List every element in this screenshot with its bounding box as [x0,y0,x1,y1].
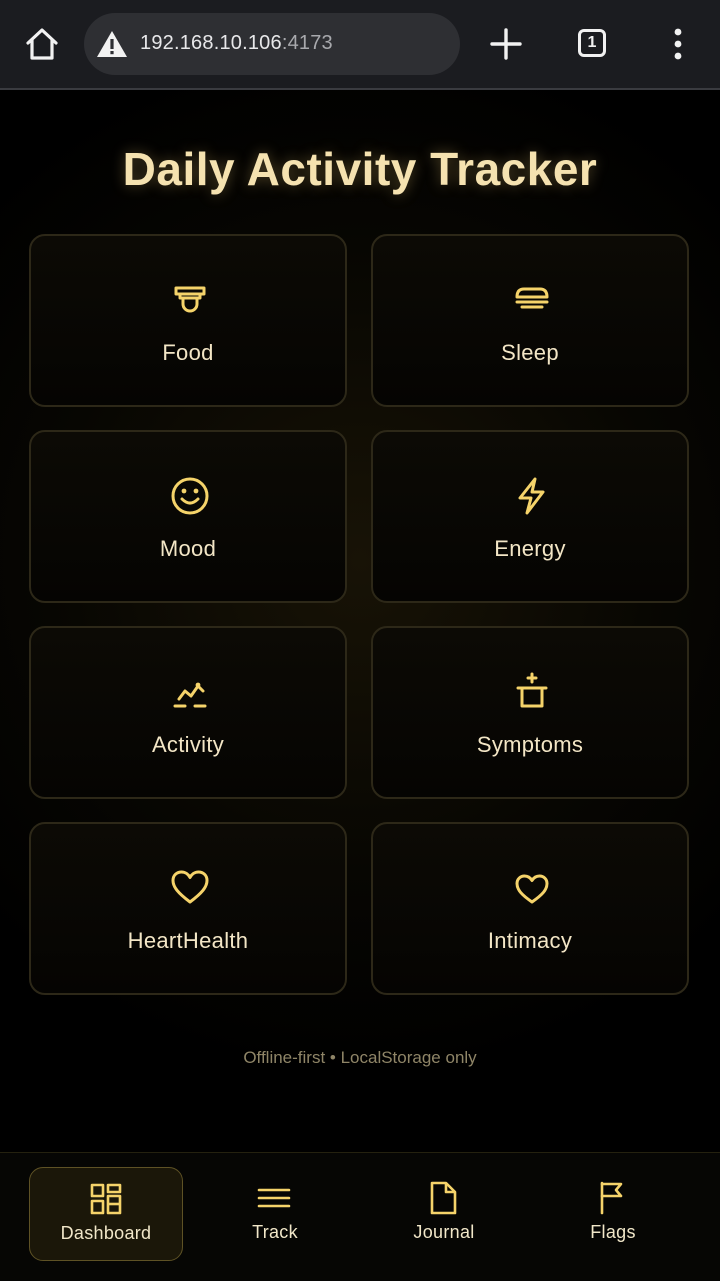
card-label: Intimacy [487,928,573,953]
warning-icon[interactable] [96,29,128,59]
url-host: 192.168.10.106 [140,32,282,54]
nav-label: Dashboard [60,1223,152,1243]
nav-flags[interactable]: Flags [536,1167,690,1261]
smile-icon [171,477,209,515]
nav-dashboard[interactable]: Dashboard [29,1167,183,1261]
card-energy[interactable]: Energy [371,430,689,603]
card-sleep[interactable]: Sleep [371,234,689,407]
tabs-button[interactable]: 1 [578,29,606,57]
card-intimacy[interactable]: Intimacy [371,822,689,995]
card-label: HeartHealth [127,928,249,953]
card-label: Sleep [501,340,559,365]
card-label: Energy [494,536,566,561]
address-bar[interactable]: 192.168.10.106:4173 [84,13,460,75]
nav-label: Journal [413,1222,475,1242]
page-content: Daily Activity Tracker Food Sleep Mood E… [0,90,720,1152]
card-symptoms[interactable]: Symptoms [371,626,689,799]
nav-label: Flags [590,1222,636,1242]
more-vert-icon[interactable] [662,26,694,62]
card-mood[interactable]: Mood [29,430,347,603]
card-activity[interactable]: Activity [29,626,347,799]
lightning-icon [518,477,545,515]
medical-icon [516,672,548,708]
card-hearthealth[interactable]: HeartHealth [29,822,347,995]
tab-count: 1 [587,34,597,51]
home-icon[interactable] [22,24,62,64]
menu-icon [257,1188,291,1208]
document-icon [430,1181,457,1215]
dashboard-icon [90,1183,122,1215]
flag-icon [600,1181,623,1215]
plus-icon[interactable] [488,26,524,62]
bottom-nav: Dashboard Track Journal Flags [0,1152,720,1281]
card-label: Mood [159,536,217,561]
nav-label: Track [252,1222,298,1242]
heart-icon [171,870,209,904]
nav-journal[interactable]: Journal [367,1167,521,1261]
activity-icon [173,682,207,708]
page-title: Daily Activity Tracker [122,143,598,195]
card-label: Food [162,340,214,365]
card-label: Symptoms [476,732,584,757]
url-text[interactable]: 192.168.10.106:4173 [140,32,333,55]
card-food[interactable]: Food [29,234,347,407]
nav-track[interactable]: Track [198,1167,352,1261]
bed-icon [515,287,549,309]
bowl-icon [174,286,206,313]
footer-note: Offline-first • LocalStorage only [243,1048,477,1067]
heart-icon [515,874,549,904]
url-port: :4173 [281,32,333,54]
browser-toolbar: 192.168.10.106:4173 1 [0,0,720,90]
card-label: Activity [151,732,225,757]
